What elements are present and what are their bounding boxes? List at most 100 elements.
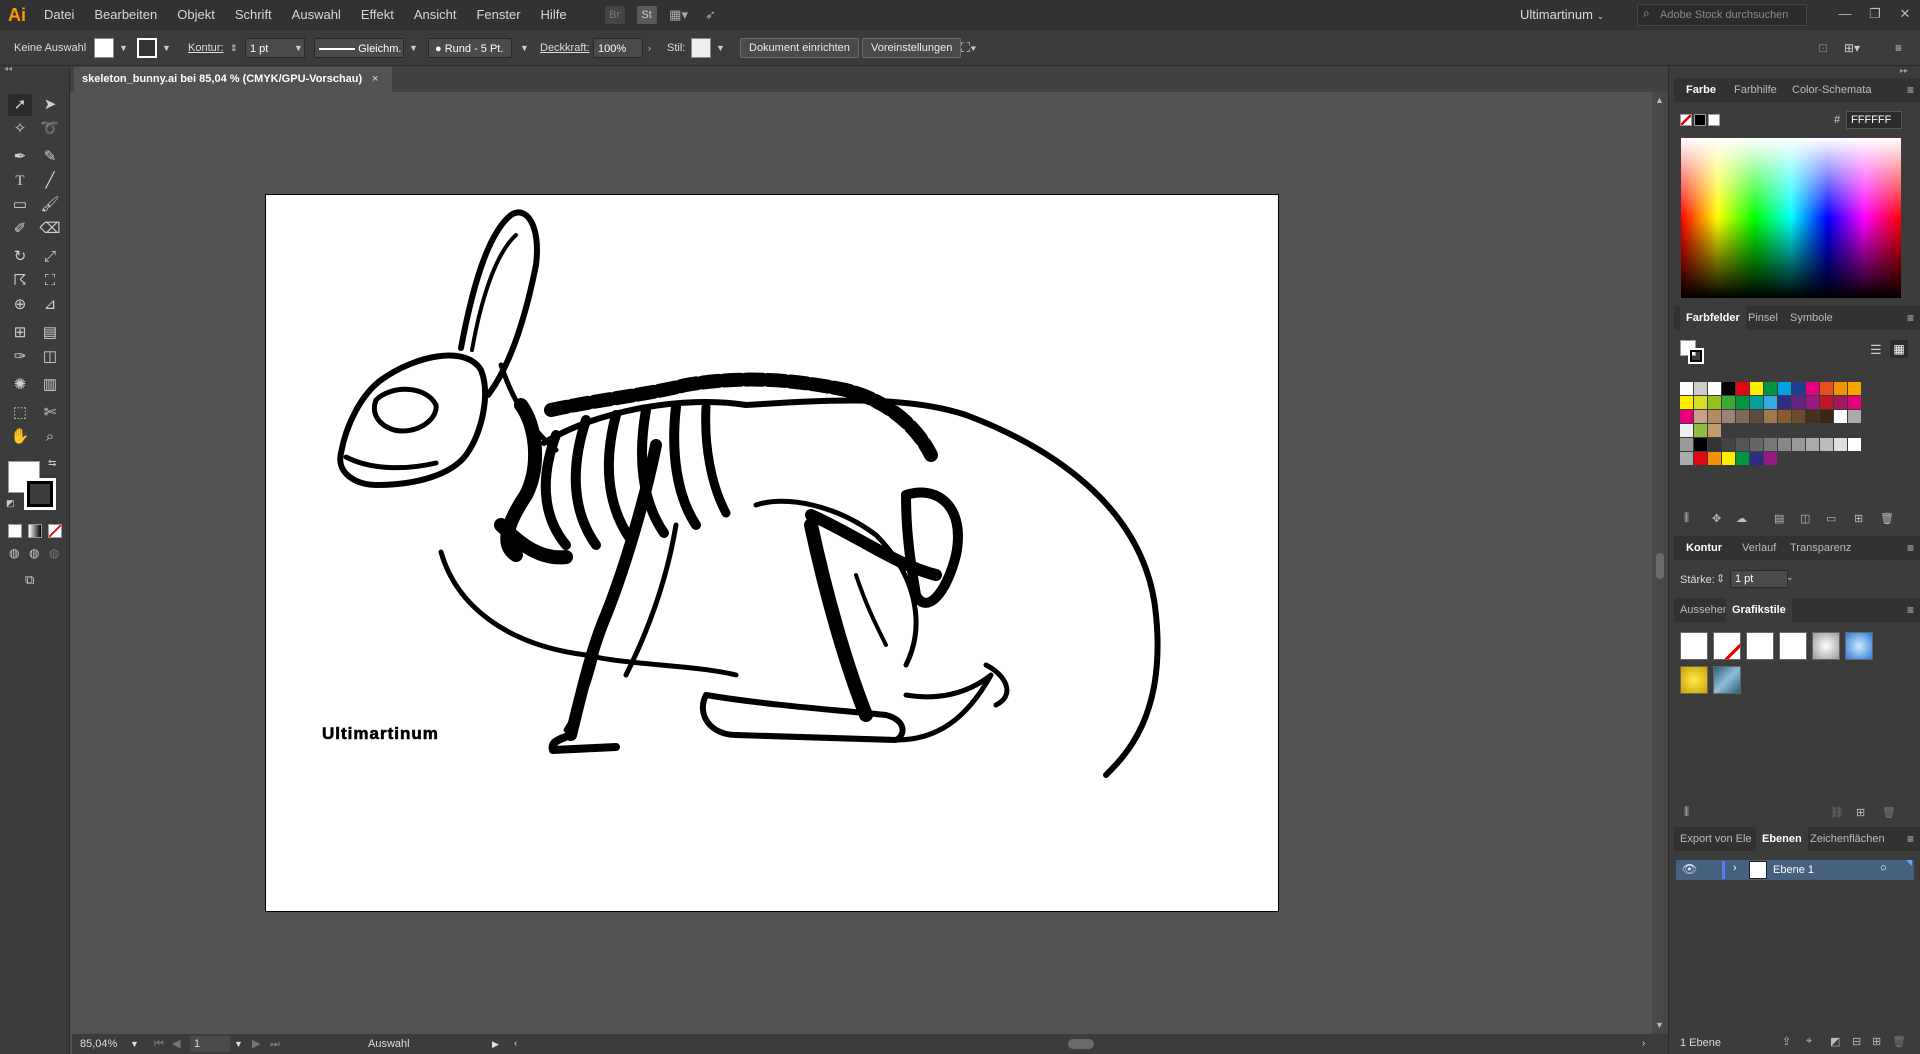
panel-menu-icon[interactable]: ≡: [1907, 78, 1914, 102]
graphic-style-split[interactable]: [1779, 632, 1807, 660]
chevron-down-icon[interactable]: ▼: [119, 30, 128, 66]
panel-menu-icon[interactable]: ≡: [1907, 306, 1914, 330]
new-group-icon[interactable]: ▭: [1826, 512, 1836, 525]
rotate-tool-icon[interactable]: ↻: [8, 246, 32, 268]
eyedropper-tool-icon[interactable]: ✑: [8, 346, 32, 368]
menu-bearbeiten[interactable]: Bearbeiten: [84, 0, 167, 30]
hex-input[interactable]: FFFFFF: [1846, 111, 1902, 129]
swatch-chip[interactable]: [1750, 382, 1763, 395]
delete-swatch-icon[interactable]: 🗑: [1880, 512, 1894, 525]
swatch-chip[interactable]: [1736, 382, 1749, 395]
menu-auswahl[interactable]: Auswahl: [282, 0, 351, 30]
brush-select[interactable]: ● Rund - 5 Pt.: [428, 38, 512, 58]
collapse-icon[interactable]: ◂◂: [4, 64, 12, 73]
stepper-icon[interactable]: ⇕: [1716, 572, 1725, 585]
swatch-chip[interactable]: [1708, 438, 1721, 451]
swatch-chip[interactable]: [1792, 382, 1805, 395]
swatch-chip[interactable]: [1778, 382, 1791, 395]
hand-tool-icon[interactable]: ✋: [8, 426, 32, 448]
scale-tool-icon[interactable]: ⤢: [38, 246, 62, 268]
chevron-down-icon[interactable]: ▼: [162, 30, 171, 66]
tab-ebenen[interactable]: Ebenen: [1756, 827, 1808, 851]
none-mode-icon[interactable]: [48, 524, 62, 538]
rectangle-tool-icon[interactable]: ▭: [8, 194, 32, 216]
swatch-chip[interactable]: [1694, 410, 1707, 423]
swatch-chip[interactable]: [1764, 410, 1777, 423]
color-spectrum[interactable]: [1681, 138, 1901, 298]
new-layer-icon[interactable]: ⊞: [1872, 1035, 1881, 1048]
swatch-chip[interactable]: [1764, 382, 1777, 395]
scroll-left-icon[interactable]: ‹: [514, 1034, 517, 1054]
swatch-chip[interactable]: [1694, 438, 1707, 451]
menu-datei[interactable]: Datei: [34, 0, 84, 30]
swatch-chip[interactable]: [1848, 438, 1861, 451]
stroke-weight-field[interactable]: 1 pt: [1730, 570, 1788, 588]
swatch-chip[interactable]: [1722, 452, 1735, 465]
swatch-chip[interactable]: [1750, 438, 1763, 451]
graphic-style-none[interactable]: [1713, 632, 1741, 660]
default-colors-icon[interactable]: ◩: [6, 498, 15, 509]
swatch-chip[interactable]: [1792, 396, 1805, 409]
swatch-kinds-icon[interactable]: ✥: [1712, 512, 1721, 525]
artboard-number-input[interactable]: 1: [190, 1036, 230, 1052]
artboard[interactable]: Ultimartinum: [265, 194, 1279, 912]
previous-artboard-icon[interactable]: ◀: [172, 1034, 180, 1054]
draw-behind-icon[interactable]: ◍: [29, 546, 39, 560]
swatch-chip[interactable]: [1722, 438, 1735, 451]
arrange-icon[interactable]: ⊞▾: [1844, 30, 1860, 66]
new-sublayer-icon[interactable]: ⊟: [1852, 1035, 1861, 1048]
eraser-tool-icon[interactable]: ⌫: [38, 218, 62, 240]
screen-mode-icon[interactable]: ⧉: [25, 572, 34, 588]
minimize-button[interactable]: —: [1830, 0, 1860, 30]
artboard-tool-icon[interactable]: ⬚: [8, 402, 32, 424]
swatch-chip[interactable]: [1750, 396, 1763, 409]
stock-icon[interactable]: St: [636, 6, 657, 24]
tab-grafikstile[interactable]: Grafikstile: [1726, 598, 1792, 622]
menu-hilfe[interactable]: Hilfe: [531, 0, 577, 30]
document-tab[interactable]: skeleton_bunny.ai bei 85,04 % (CMYK/GPU-…: [74, 67, 392, 92]
swatch-chip[interactable]: [1764, 396, 1777, 409]
close-tab-icon[interactable]: ×: [372, 67, 378, 92]
delete-layer-icon[interactable]: 🗑: [1892, 1035, 1906, 1048]
graphic-style-library-icon[interactable]: ⫼: [1684, 806, 1689, 819]
swatch-chip[interactable]: [1722, 410, 1735, 423]
tab-export[interactable]: Export von Ele: [1680, 827, 1752, 851]
workspace-switcher[interactable]: Ultimartinum ⌄: [1520, 0, 1604, 30]
tab-verlauf[interactable]: Verlauf: [1742, 536, 1776, 560]
mesh-tool-icon[interactable]: ⊞: [8, 322, 32, 344]
grid-view-icon[interactable]: ▦: [1890, 340, 1908, 358]
none-color-icon[interactable]: [1680, 114, 1692, 126]
stroke-color-box[interactable]: [24, 478, 56, 510]
graphic-style-yellow-texture[interactable]: [1680, 666, 1708, 694]
graphic-style-soft-shadow[interactable]: [1812, 632, 1840, 660]
black-color-chip[interactable]: [1694, 114, 1706, 126]
chevron-down-icon[interactable]: ▼: [520, 30, 529, 66]
layer-name[interactable]: Ebene 1: [1773, 864, 1814, 876]
swatch-chip[interactable]: [1722, 382, 1735, 395]
swatch-chip[interactable]: [1792, 438, 1805, 451]
graphic-style-white[interactable]: [1746, 632, 1774, 660]
panel-menu-icon[interactable]: ≡: [1907, 827, 1914, 851]
pen-tool-icon[interactable]: ✒: [8, 146, 32, 168]
direct-selection-tool-icon[interactable]: ➤: [38, 94, 62, 116]
paintbrush-tool-icon[interactable]: 🖌: [38, 194, 62, 216]
swatch-stroke-preview[interactable]: [1688, 348, 1704, 364]
last-artboard-icon[interactable]: ⏭: [270, 1034, 280, 1054]
menu-schrift[interactable]: Schrift: [225, 0, 282, 30]
gpu-rocket-icon[interactable]: ➶: [701, 6, 721, 24]
gradient-mode-icon[interactable]: [28, 524, 42, 538]
swatch-chip[interactable]: [1764, 452, 1777, 465]
draw-inside-icon[interactable]: ◍: [49, 546, 59, 560]
swatch-chip[interactable]: [1848, 410, 1861, 423]
close-window-button[interactable]: ✕: [1890, 0, 1920, 30]
type-tool-icon[interactable]: T: [8, 170, 32, 192]
lasso-tool-icon[interactable]: ➰: [38, 118, 62, 140]
stroke-profile-select[interactable]: Gleichm.: [314, 38, 404, 58]
chevron-down-icon[interactable]: ▼: [294, 30, 303, 66]
menu-fenster[interactable]: Fenster: [466, 0, 530, 30]
preferences-button[interactable]: Voreinstellungen: [862, 38, 962, 58]
swatch-chip[interactable]: [1792, 410, 1805, 423]
swatch-chip[interactable]: [1722, 396, 1735, 409]
swatch-chip[interactable]: [1750, 452, 1763, 465]
tab-color-schemata[interactable]: Color-Schemata: [1792, 78, 1871, 102]
